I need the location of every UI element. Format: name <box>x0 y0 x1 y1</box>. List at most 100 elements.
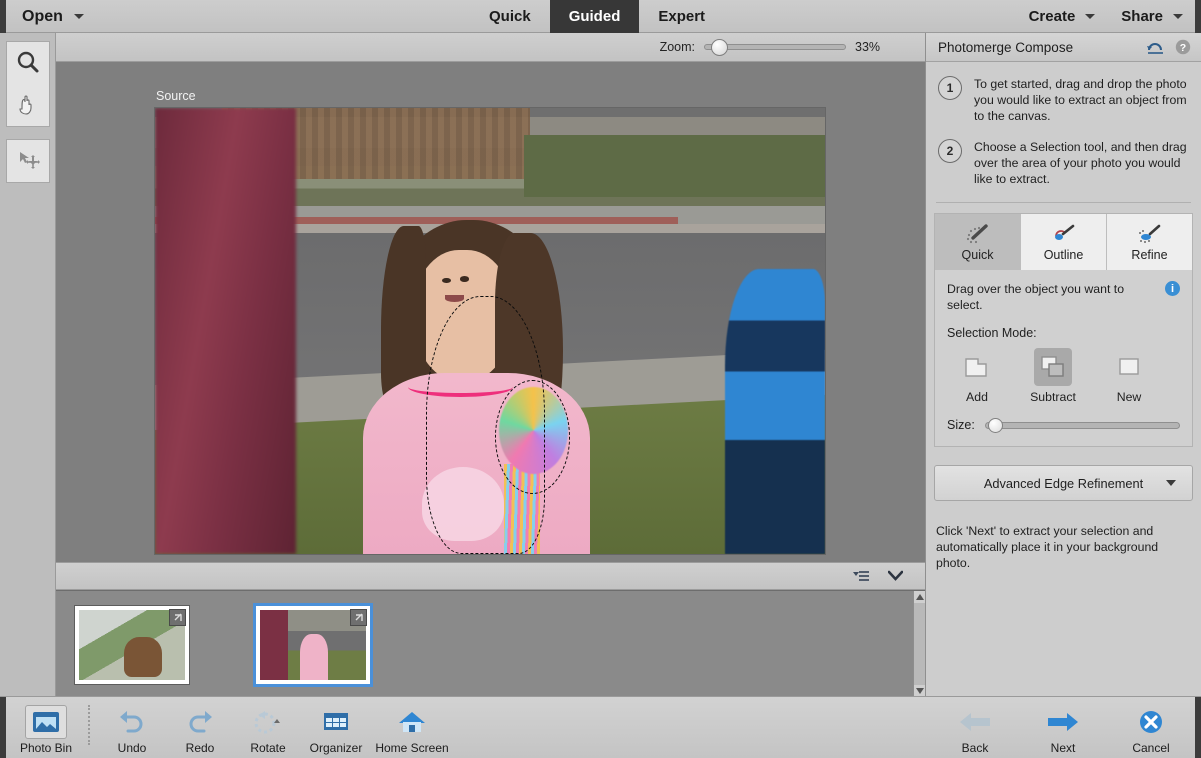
back-icon-wrap <box>958 705 992 739</box>
photo-bin-thumbnails <box>74 605 371 685</box>
undo-icon-wrap <box>117 705 147 739</box>
tab-refine-selection[interactable]: Refine <box>1107 214 1192 270</box>
home-screen-button[interactable]: Home Screen <box>372 701 452 755</box>
selection-mode-new[interactable]: New <box>1099 348 1159 404</box>
selection-mode-label-subtract: Subtract <box>1030 390 1076 404</box>
selection-mode-label-add: Add <box>966 390 988 404</box>
selection-tool-options: Drag over the object you want to select.… <box>935 270 1192 446</box>
reset-icon[interactable] <box>1146 39 1165 56</box>
divider <box>936 202 1191 203</box>
size-label: Size: <box>947 418 975 432</box>
tab-guided[interactable]: Guided <box>550 0 640 33</box>
arrow-left-icon <box>958 709 992 735</box>
instruction-step-2: 2 Choose a Selection tool, and then drag… <box>938 139 1187 187</box>
home-icon-wrap <box>397 705 427 739</box>
mode-tab-group: Quick Guided Expert <box>470 0 724 33</box>
home-screen-label: Home Screen <box>375 741 448 755</box>
advanced-edge-refinement-dropdown[interactable]: Advanced Edge Refinement <box>934 465 1193 501</box>
instruction-steps: 1 To get started, drag and drop the phot… <box>926 62 1201 187</box>
canvas-area[interactable]: Source <box>56 62 925 562</box>
tab-outline-selection[interactable]: Outline <box>1021 214 1107 270</box>
rotate-icon-wrap <box>251 705 285 739</box>
selection-mode-label-new: New <box>1117 390 1142 404</box>
photo-blue-shirt-child <box>725 269 826 554</box>
hand-tool[interactable] <box>7 84 49 126</box>
next-icon-wrap <box>1046 705 1080 739</box>
zoom-tool[interactable] <box>7 42 49 84</box>
top-menu-bar: Open Quick Guided Expert Create Share <box>0 0 1201 33</box>
chevron-down-icon <box>1166 480 1176 486</box>
size-slider-handle[interactable] <box>988 418 1003 433</box>
tool-rail <box>0 33 56 696</box>
photo-bin-label: Photo Bin <box>20 741 72 755</box>
selection-tool-tabs: Quick Outline Refine <box>935 214 1192 270</box>
scroll-up-button[interactable] <box>914 591 925 603</box>
help-icon[interactable]: ? <box>1175 39 1191 55</box>
move-icon <box>15 148 41 174</box>
photo-girl-subject <box>363 220 591 555</box>
zoom-bar: Zoom: 33% <box>56 33 925 62</box>
selection-mode-add[interactable]: Add <box>947 348 1007 404</box>
photo-foreground-person <box>155 108 296 554</box>
tab-expert[interactable]: Expert <box>639 0 724 33</box>
tool-hint-text: Drag over the object you want to select. <box>947 281 1157 313</box>
cancel-icon <box>1136 709 1166 735</box>
thumbnail-badge-icon <box>169 609 186 626</box>
list-menu-icon[interactable] <box>853 569 870 584</box>
share-menu[interactable]: Share <box>1121 8 1183 25</box>
subtract-icon-box <box>1034 348 1072 386</box>
create-menu[interactable]: Create <box>1029 8 1096 25</box>
window-edge-right <box>1195 0 1201 33</box>
top-right-menus: Create Share <box>1029 4 1183 29</box>
list-item[interactable] <box>255 605 371 685</box>
size-slider[interactable] <box>985 422 1180 429</box>
divider <box>88 705 90 745</box>
organizer-button[interactable]: Organizer <box>304 701 368 755</box>
create-label: Create <box>1029 8 1076 25</box>
panel-header: Photomerge Compose ? <box>926 33 1201 62</box>
rotate-label: Rotate <box>250 741 285 755</box>
photo-bin-button[interactable]: Photo Bin <box>14 701 78 755</box>
undo-button[interactable]: Undo <box>100 701 164 755</box>
zoom-percent: 33% <box>855 40 887 54</box>
right-panel: Photomerge Compose ? 1 To get started, d… <box>925 33 1201 696</box>
photo-bin-scrollbar[interactable] <box>913 591 925 697</box>
redo-button[interactable]: Redo <box>168 701 232 755</box>
selection-mode-subtract[interactable]: Subtract <box>1023 348 1083 404</box>
list-item[interactable] <box>74 605 190 685</box>
next-button[interactable]: Next <box>1031 701 1095 755</box>
girl-mouth <box>445 295 464 302</box>
tab-quick[interactable]: Quick <box>470 0 550 33</box>
move-tool[interactable] <box>7 140 49 182</box>
chevron-down-icon <box>916 688 924 694</box>
source-photo[interactable] <box>155 108 825 554</box>
tab-label: Quick <box>962 248 994 262</box>
cancel-button[interactable]: Cancel <box>1119 701 1183 755</box>
bottom-left-actions: Photo Bin Undo <box>14 701 452 755</box>
panel-header-icons: ? <box>1146 39 1191 56</box>
rotate-button[interactable]: Rotate <box>236 701 300 755</box>
zoom-slider[interactable] <box>704 44 846 50</box>
zoom-slider-handle[interactable] <box>711 39 728 56</box>
undo-icon <box>117 709 147 735</box>
girl-eye-right <box>460 276 469 281</box>
bottom-toolbar: Photo Bin Undo <box>0 696 1201 758</box>
step-number: 2 <box>938 139 962 163</box>
source-label: Source <box>156 89 196 103</box>
tab-label: Outline <box>1044 248 1084 262</box>
open-button[interactable]: Open <box>22 4 84 29</box>
organizer-label: Organizer <box>310 741 363 755</box>
selection-marching-ants-pinwheel <box>495 380 570 494</box>
photo-bin-icon <box>31 709 61 735</box>
tab-quick-selection[interactable]: Quick <box>935 214 1021 270</box>
canvas-footer <box>56 562 925 590</box>
cancel-icon-wrap <box>1136 705 1166 739</box>
info-icon[interactable]: i <box>1165 281 1180 296</box>
window-edge-left <box>0 0 6 33</box>
add-icon-box <box>958 348 996 386</box>
advanced-edge-refinement-label: Advanced Edge Refinement <box>984 476 1143 491</box>
back-button[interactable]: Back <box>943 701 1007 755</box>
chevron-down-icon[interactable] <box>888 570 903 582</box>
step-text: Choose a Selection tool, and then drag o… <box>974 139 1187 187</box>
hand-icon <box>15 92 41 118</box>
